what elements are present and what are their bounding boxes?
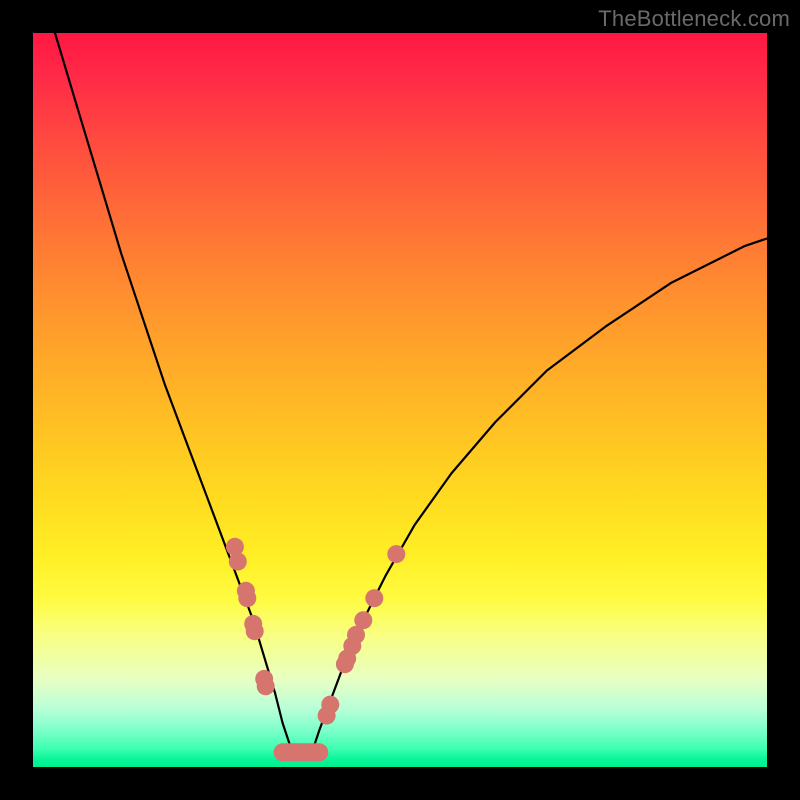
scatter-markers [226, 538, 405, 762]
marker-dot [365, 589, 383, 607]
bottleneck-curve [55, 33, 767, 760]
marker-dot [238, 589, 256, 607]
marker-dot [387, 545, 405, 563]
watermark-text: TheBottleneck.com [598, 6, 790, 32]
marker-dot [321, 696, 339, 714]
marker-dot [354, 611, 372, 629]
plot-area [33, 33, 767, 767]
marker-dot [257, 677, 275, 695]
marker-dot [229, 553, 247, 571]
bottleneck-curve-svg [33, 33, 767, 767]
marker-bottom-cluster [274, 743, 329, 761]
marker-dot [246, 622, 264, 640]
chart-frame: TheBottleneck.com [0, 0, 800, 800]
